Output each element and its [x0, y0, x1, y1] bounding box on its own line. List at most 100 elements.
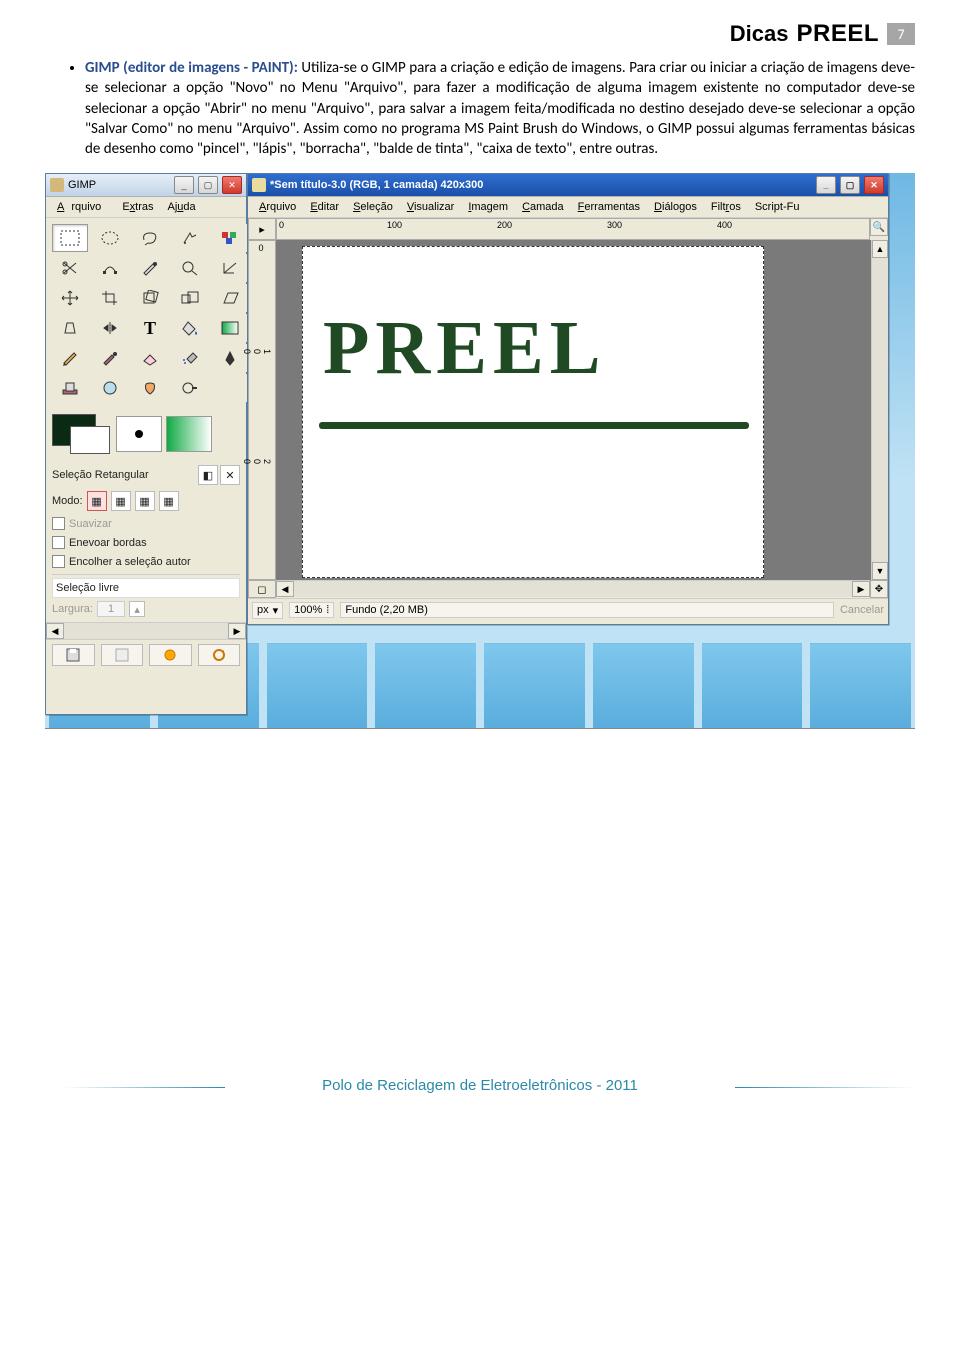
tool-airbrush[interactable]	[172, 344, 208, 372]
paragraph-title: GIMP (editor de imagens - PAINT):	[85, 59, 298, 77]
tool-crop[interactable]	[92, 284, 128, 312]
quickmask-icon[interactable]: ◻	[248, 580, 276, 598]
canvas-scroll-v[interactable]: ▲ ▼	[871, 240, 888, 580]
canvas-menu-filtros[interactable]: Filtros	[704, 199, 748, 215]
scroll-right-icon[interactable]: ▶	[852, 581, 870, 597]
toolbox-scroll-h[interactable]: ◀ ▶	[46, 622, 246, 639]
enevoar-checkbox[interactable]	[52, 536, 65, 549]
ruler-horizontal[interactable]: 0 100 200 300 400	[276, 218, 870, 240]
revert-icon[interactable]	[101, 644, 144, 666]
canvas-menu-camada[interactable]: Camada	[515, 199, 571, 215]
toolbox-title: GIMP	[68, 179, 96, 191]
mode-replace[interactable]: ▦	[87, 491, 107, 511]
tool-convolve[interactable]	[92, 374, 128, 402]
maximize-button[interactable]: ▢	[198, 176, 218, 194]
tool-dodge-burn[interactable]	[172, 374, 208, 402]
tool-lasso[interactable]	[132, 224, 168, 252]
menu-extras[interactable]: Extras	[115, 199, 160, 215]
canvas-maximize-button[interactable]: ▢	[840, 176, 860, 194]
background-color[interactable]	[70, 426, 110, 454]
tool-shear[interactable]	[212, 284, 248, 312]
color-swatches	[46, 408, 246, 460]
footer-text: Polo de Reciclagem de Eletroeletrônicos …	[322, 1077, 638, 1094]
menu-arquivo[interactable]: Arquivo	[50, 199, 115, 215]
tool-zoom[interactable]	[172, 254, 208, 282]
scroll-left-icon[interactable]: ◀	[46, 623, 64, 639]
tool-color-picker[interactable]	[132, 254, 168, 282]
status-zoom[interactable]: 100%⁞	[289, 602, 334, 618]
canvas-menu-imagem[interactable]: Imagem	[461, 199, 515, 215]
opts-close-button[interactable]: ✕	[220, 465, 240, 485]
scroll-right-icon[interactable]: ▶	[228, 623, 246, 639]
minimize-button[interactable]: _	[174, 176, 194, 194]
ruler-zoom-icon[interactable]: 🔍	[870, 218, 888, 236]
encolher-checkbox[interactable]	[52, 555, 65, 568]
canvas-menu-scriptfu[interactable]: Script-Fu	[748, 199, 807, 215]
status-units[interactable]: px▾	[252, 602, 283, 619]
scroll-up-icon[interactable]: ▲	[872, 240, 888, 258]
close-button[interactable]: ✕	[222, 176, 242, 194]
tool-fuzzy-select[interactable]	[172, 224, 208, 252]
canvas-menu-ferramentas[interactable]: Ferramentas	[571, 199, 647, 215]
tool-scale[interactable]	[172, 284, 208, 312]
tool-blend[interactable]	[212, 314, 248, 342]
gimp-screenshot: GIMP _ ▢ ✕ Arquivo Extras Ajuda	[45, 173, 915, 729]
tool-rect-select[interactable]	[52, 224, 88, 252]
tool-perspective[interactable]	[52, 314, 88, 342]
tools-grid: T	[46, 218, 246, 408]
tool-paths[interactable]	[92, 254, 128, 282]
canvas-titlebar[interactable]: *Sem título-3.0 (RGB, 1 camada) 420x300 …	[248, 174, 888, 197]
gradient-preview[interactable]	[166, 416, 212, 452]
tool-flip[interactable]	[92, 314, 128, 342]
largura-stepper[interactable]: ▴	[129, 601, 145, 617]
tool-color-select[interactable]	[212, 224, 248, 252]
canvas-menu-visualizar[interactable]: Visualizar	[400, 199, 462, 215]
largura-label: Largura:	[52, 603, 93, 615]
scroll-down-icon[interactable]: ▼	[872, 562, 888, 580]
canvas-drawing-underline	[319, 422, 749, 429]
tool-eraser[interactable]	[132, 344, 168, 372]
suavizar-checkbox[interactable]	[52, 517, 65, 530]
suavizar-label: Suavizar	[69, 518, 112, 530]
enevoar-label: Enevoar bordas	[69, 537, 147, 549]
tool-empty	[212, 374, 248, 402]
tool-rotate[interactable]	[132, 284, 168, 312]
tool-clone[interactable]	[52, 374, 88, 402]
menu-ajuda[interactable]: Ajuda	[161, 199, 203, 215]
largura-input[interactable]: 1	[97, 601, 125, 617]
scroll-left-icon[interactable]: ◀	[276, 581, 294, 597]
canvas-area[interactable]: PREEL	[276, 240, 871, 580]
canvas-menu-selecao[interactable]: Seleção	[346, 199, 400, 215]
tool-text[interactable]: T	[132, 314, 168, 342]
delete-icon[interactable]	[149, 644, 192, 666]
nav-icon[interactable]: ✥	[870, 580, 888, 598]
brush-preview[interactable]	[116, 416, 162, 452]
canvas-menu-dialogos[interactable]: Diálogos	[647, 199, 704, 215]
mode-intersect[interactable]: ▦	[159, 491, 179, 511]
mode-subtract[interactable]: ▦	[135, 491, 155, 511]
tool-bucket-fill[interactable]	[172, 314, 208, 342]
chevron-down-icon: ▾	[273, 604, 279, 617]
tool-move[interactable]	[52, 284, 88, 312]
tool-paintbrush[interactable]	[92, 344, 128, 372]
ruler-vertical[interactable]: 0 100 200	[248, 240, 276, 580]
mode-add[interactable]: ▦	[111, 491, 131, 511]
tool-iscissors[interactable]	[52, 254, 88, 282]
tool-pencil[interactable]	[52, 344, 88, 372]
body-paragraph-list: GIMP (editor de imagens - PAINT): Utiliz…	[45, 58, 915, 159]
reset-icon[interactable]	[198, 644, 241, 666]
opts-tab-button[interactable]: ◧	[198, 465, 218, 485]
tool-measure[interactable]	[212, 254, 248, 282]
canvas-menu-arquivo[interactable]: Arquivo	[252, 199, 303, 215]
canvas-scroll-h[interactable]: ◀ ▶	[276, 580, 870, 597]
tool-ellipse-select[interactable]	[92, 224, 128, 252]
status-cancel: Cancelar	[840, 604, 884, 616]
canvas-close-button[interactable]: ✕	[864, 176, 884, 194]
tool-smudge[interactable]	[132, 374, 168, 402]
canvas-minimize-button[interactable]: _	[816, 176, 836, 194]
selecao-livre-row[interactable]: Seleção livre	[52, 578, 240, 598]
ruler-menu-icon[interactable]: ▸	[248, 218, 276, 240]
toolbox-titlebar[interactable]: GIMP _ ▢ ✕	[46, 174, 246, 197]
save-icon[interactable]	[52, 644, 95, 666]
canvas-menu-editar[interactable]: Editar	[303, 199, 346, 215]
